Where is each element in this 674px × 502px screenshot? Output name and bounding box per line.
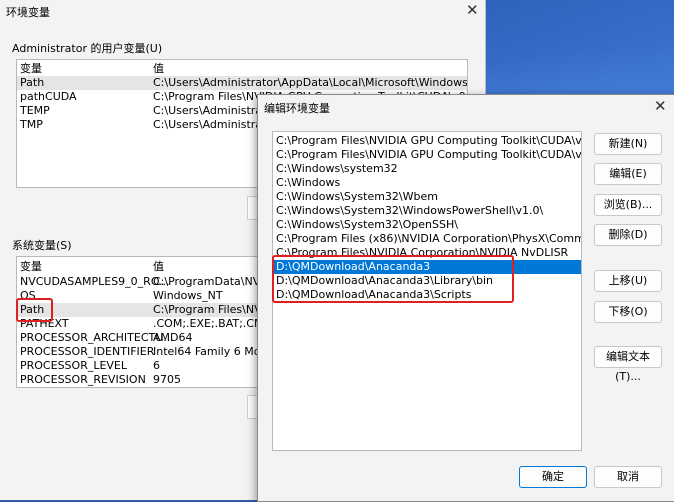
delete-button[interactable]: 删除(D) [594,224,662,246]
list-item[interactable]: C:\Windows [273,176,581,190]
move-down-button[interactable]: 下移(O) [594,301,662,323]
list-item[interactable]: C:\Windows\System32\OpenSSH\ [273,218,581,232]
list-item[interactable]: C:\Program Files\NVIDIA GPU Computing To… [273,134,581,148]
list-item[interactable]: C:\Program Files\NVIDIA GPU Computing To… [273,148,581,162]
list-item[interactable]: C:\Windows\System32\WindowsPowerShell\v1… [273,204,581,218]
close-icon[interactable]: ✕ [466,1,479,19]
list-item[interactable]: C:\Program Files (x86)\NVIDIA Corporatio… [273,232,581,246]
system-variables-label: 系统变量(S) [12,239,72,252]
list-item[interactable]: C:\Windows\system32 [273,162,581,176]
dialog-title: 编辑环境变量 [264,102,330,115]
new-button[interactable]: 新建(N) [594,133,662,155]
ok-button[interactable]: 确定 [519,466,587,488]
close-icon[interactable]: ✕ [654,97,667,115]
edit-text-button[interactable]: 编辑文本(T)... [594,346,662,383]
cancel-button[interactable]: 取消 [594,466,662,488]
path-highlight-box [16,298,53,322]
move-up-button[interactable]: 上移(U) [594,270,662,292]
user-variables-label: Administrator 的用户变量(U) [12,42,163,55]
browse-button[interactable]: 浏览(B)... [594,194,662,216]
list-header: 变量 值 [20,62,164,75]
edit-environment-variable-dialog: 编辑环境变量 ✕ C:\Program Files\NVIDIA GPU Com… [257,94,674,502]
dialog-title: 环境变量 [6,6,50,19]
table-row[interactable]: Path C:\Users\Administrator\AppData\Loca… [17,76,467,90]
list-item[interactable]: C:\Windows\System32\Wbem [273,190,581,204]
edit-button[interactable]: 编辑(E) [594,163,662,185]
anaconda-paths-highlight-box [272,255,514,303]
